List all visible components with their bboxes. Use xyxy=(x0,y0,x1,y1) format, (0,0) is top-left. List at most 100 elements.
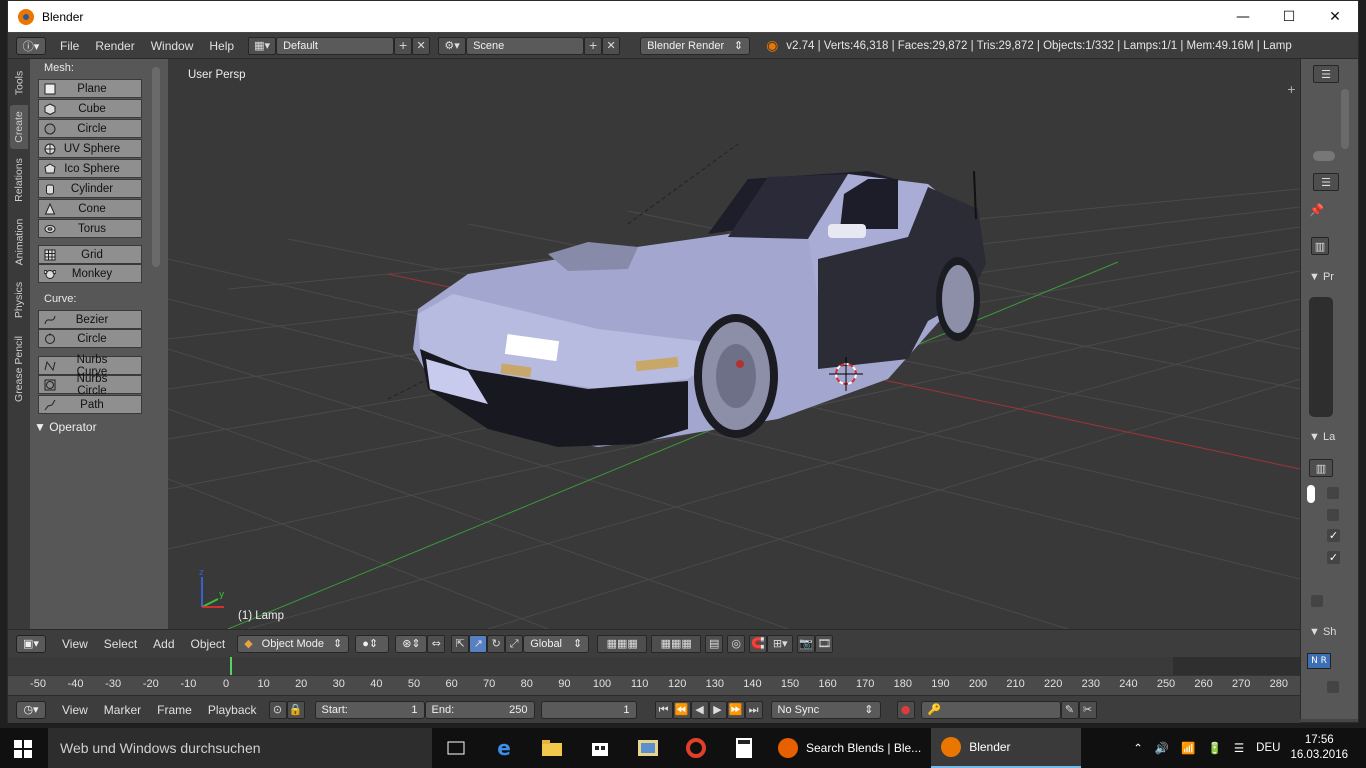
lock-icon[interactable]: 🔒 xyxy=(286,700,305,719)
tab-create[interactable]: Create xyxy=(10,105,28,149)
add-screen-button[interactable]: + xyxy=(394,36,413,55)
photos-icon[interactable] xyxy=(624,728,672,768)
render-engine-select[interactable]: Blender Render ⇕ xyxy=(640,36,751,55)
menu-window[interactable]: Window xyxy=(151,39,194,53)
next-keyframe-icon[interactable]: ⏩ xyxy=(726,700,745,719)
jump-start-icon[interactable]: ⏮ xyxy=(654,700,673,719)
operator-panel-header[interactable]: ▼ Operator xyxy=(34,420,97,434)
lamp-type-icon[interactable]: ▥ xyxy=(1309,459,1333,477)
action-center-icon[interactable]: ☰ xyxy=(1234,741,1244,755)
properties-editor-type-icon[interactable]: ☰ xyxy=(1313,173,1339,191)
marker-menu[interactable]: Marker xyxy=(104,703,141,717)
3d-viewport[interactable]: z y User Persp (1) Lamp + xyxy=(168,59,1300,629)
add-nurbs-circle-button[interactable]: Nurbs Circle xyxy=(38,373,142,397)
panel-header-pr[interactable]: ▼ Pr xyxy=(1309,271,1334,283)
render-still-icon[interactable]: 📷 xyxy=(797,634,816,653)
object-menu[interactable]: Object xyxy=(191,637,226,651)
record-icon[interactable]: ● xyxy=(896,700,915,719)
scene-field[interactable]: Scene xyxy=(466,36,585,55)
maximize-button[interactable]: ☐ xyxy=(1266,1,1312,32)
pivot-point-select[interactable]: ⊛⇕ xyxy=(395,634,428,653)
proportional-edit-icon[interactable]: ◎ xyxy=(727,634,746,653)
windows-start-icon[interactable] xyxy=(14,740,32,761)
taskbar-app-firefox[interactable]: Search Blends | Ble... xyxy=(768,728,931,768)
add-curve-circle-button[interactable]: Circle xyxy=(38,329,142,348)
keying-set-field[interactable]: 🔑 xyxy=(920,700,1061,719)
current-frame-field[interactable]: 1 xyxy=(540,700,637,719)
end-frame-field[interactable]: End: 250 xyxy=(424,700,535,719)
add-path-button[interactable]: Path xyxy=(38,395,142,414)
tab-animation[interactable]: Animation xyxy=(10,211,28,273)
add-torus-button[interactable]: Torus xyxy=(38,219,142,238)
add-circle-button[interactable]: Circle xyxy=(38,119,142,138)
add-menu[interactable]: Add xyxy=(153,637,174,651)
tab-relations[interactable]: Relations xyxy=(10,151,28,209)
close-button[interactable]: ✕ xyxy=(1312,1,1358,32)
manipulator-toggle-icon[interactable]: ⇱ xyxy=(451,634,470,653)
snap-toggle-icon[interactable]: 🧲 xyxy=(749,634,768,653)
menu-help[interactable]: Help xyxy=(209,39,234,53)
frame-menu[interactable]: Frame xyxy=(157,703,192,717)
taskbar-search-box[interactable]: Web und Windows durchsuchen xyxy=(48,728,432,768)
lamp-checkbox-2[interactable] xyxy=(1327,509,1339,521)
remove-screen-button[interactable]: ✕ xyxy=(412,36,431,55)
insert-keyframe-icon[interactable]: ✎ xyxy=(1060,700,1079,719)
editor-type-button[interactable]: ⓘ▾ xyxy=(16,36,46,55)
3d-view-editor-type-button[interactable]: ▣▾ xyxy=(16,634,46,653)
menu-file[interactable]: File xyxy=(60,39,79,53)
pin-icon[interactable]: 📌 xyxy=(1309,203,1324,217)
add-bezier-button[interactable]: Bezier xyxy=(38,310,142,329)
scale-manipulator-icon[interactable]: ⤢ xyxy=(505,634,524,653)
viewport-expand-icon[interactable]: + xyxy=(1287,83,1296,96)
file-explorer-icon[interactable] xyxy=(528,728,576,768)
timeline-editor[interactable]: -50 -40 -30 -20 -10 0 10 20 30 40 50 60 70 80 90 100 110… xyxy=(8,657,1300,695)
nr-toggle[interactable]: N R xyxy=(1307,653,1331,669)
transform-orientation-select[interactable]: Global ⇕ xyxy=(523,634,590,653)
scene-icon[interactable]: ⚙▾ xyxy=(438,36,467,55)
ccleaner-icon[interactable] xyxy=(672,728,720,768)
layer-buttons-1[interactable]: ▦▦▦ xyxy=(597,634,648,653)
lamp-checkbox-4[interactable]: ✓ xyxy=(1327,551,1340,564)
render-animation-icon[interactable]: 🎞 xyxy=(815,634,834,653)
jump-end-icon[interactable]: ⏭ xyxy=(744,700,763,719)
timeline-editor-type-button[interactable]: ◷▾ xyxy=(16,700,46,719)
lamp-checkbox-3[interactable]: ✓ xyxy=(1327,529,1340,542)
play-reverse-icon[interactable]: ◀ xyxy=(690,700,709,719)
tray-expand-icon[interactable]: ⌃ xyxy=(1133,741,1143,755)
lamp-color-slider[interactable] xyxy=(1307,485,1315,503)
panel-header-la[interactable]: ▼ La xyxy=(1309,431,1335,443)
add-grid-button[interactable]: Grid xyxy=(38,245,142,264)
menu-render[interactable]: Render xyxy=(95,39,134,53)
current-frame-marker[interactable] xyxy=(230,657,232,675)
panel-header-sh[interactable]: ▼ Sh xyxy=(1309,626,1336,638)
delete-keyframe-icon[interactable]: ✂ xyxy=(1078,700,1097,719)
outliner-editor-type-icon[interactable]: ☰ xyxy=(1313,65,1339,83)
tab-physics[interactable]: Physics xyxy=(10,275,28,325)
volume-icon[interactable]: 🔊 xyxy=(1155,741,1169,755)
add-uv-sphere-button[interactable]: UV Sphere xyxy=(38,139,142,158)
viewport-shading-select[interactable]: ●⇕ xyxy=(355,634,390,653)
store-icon[interactable] xyxy=(576,728,624,768)
timeline-view-menu[interactable]: View xyxy=(62,703,88,717)
add-cone-button[interactable]: Cone xyxy=(38,199,142,218)
add-scene-button[interactable]: + xyxy=(584,36,603,55)
render-context-icon[interactable]: ▥ xyxy=(1311,237,1329,255)
add-ico-sphere-button[interactable]: Ico Sphere xyxy=(38,159,142,178)
taskbar-app-blender[interactable]: Blender xyxy=(931,728,1082,768)
toolshelf-scrollbar[interactable] xyxy=(152,67,160,267)
sync-mode-select[interactable]: No Sync ⇕ xyxy=(770,700,881,719)
battery-icon[interactable]: 🔋 xyxy=(1208,741,1222,755)
start-frame-field[interactable]: Start: 1 xyxy=(314,700,425,719)
rotate-manipulator-icon[interactable]: ↻ xyxy=(487,634,506,653)
lock-layer-icon[interactable]: ▤ xyxy=(705,634,724,653)
edge-icon[interactable]: e xyxy=(480,728,528,768)
outliner-toggle[interactable] xyxy=(1313,151,1335,161)
task-view-icon[interactable] xyxy=(432,728,480,768)
language-indicator[interactable]: DEU xyxy=(1256,742,1280,754)
calculator-icon[interactable] xyxy=(720,728,768,768)
minimize-button[interactable]: — xyxy=(1220,1,1266,32)
view-menu[interactable]: View xyxy=(62,637,88,651)
lamp-checkbox-1[interactable] xyxy=(1327,487,1339,499)
outliner-scrollbar[interactable] xyxy=(1341,89,1349,149)
layer-buttons-2[interactable]: ▦▦▦ xyxy=(651,634,702,653)
